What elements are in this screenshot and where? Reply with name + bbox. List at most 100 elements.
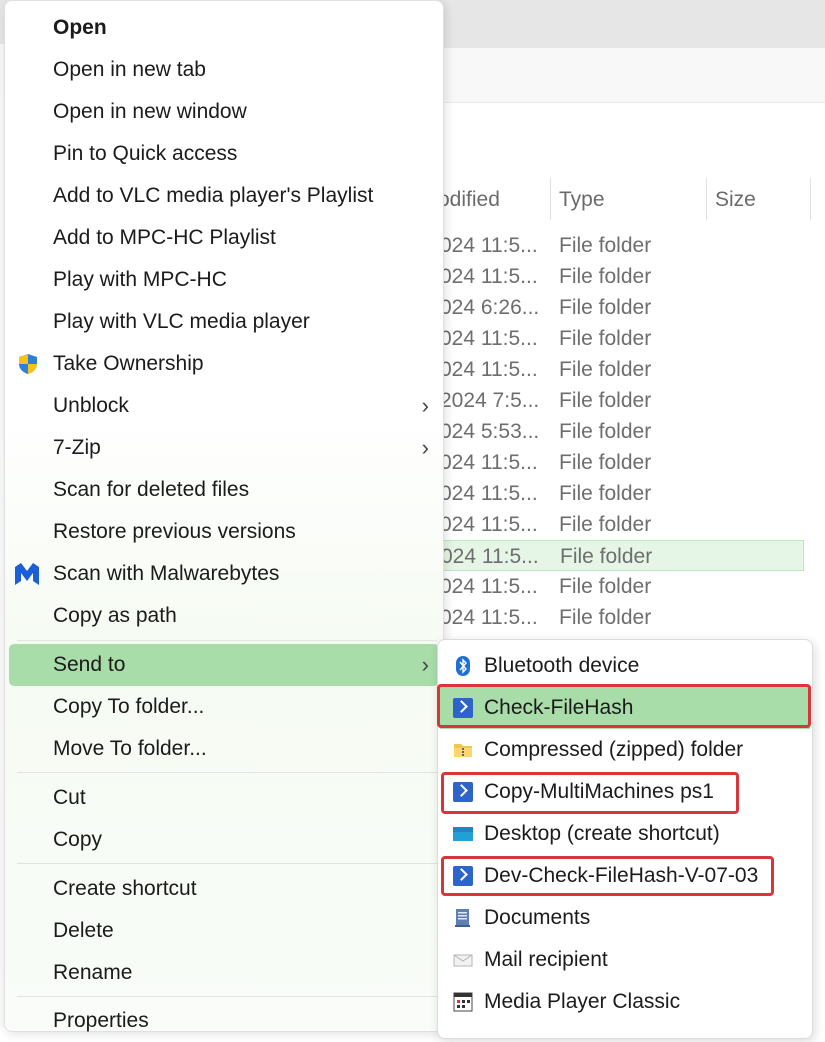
- menu-item-label: Scan with Malwarebytes: [53, 562, 280, 585]
- bluetooth-icon: [456, 656, 470, 676]
- menu-item-properties[interactable]: Properties: [9, 1000, 439, 1042]
- media-player-classic-icon: [453, 992, 473, 1012]
- send-to-documents[interactable]: Documents: [440, 897, 810, 939]
- menu-item-7zip[interactable]: 7-Zip ›: [9, 427, 439, 469]
- send-to-media-player-classic[interactable]: Media Player Classic: [440, 981, 810, 1023]
- menu-item-play-vlc[interactable]: Play with VLC media player: [9, 301, 439, 343]
- file-date-modified: 024 5:53...: [440, 420, 540, 443]
- menu-item-label: Rename: [53, 961, 133, 984]
- desktop-icon: [453, 827, 473, 841]
- file-type: File folder: [559, 513, 652, 536]
- explorer-toolbar-strip: [444, 44, 825, 48]
- uac-shield-icon: [19, 354, 37, 374]
- file-type: File folder: [559, 451, 652, 474]
- menu-separator: [17, 996, 437, 997]
- menu-item-label: Properties: [53, 1009, 149, 1032]
- file-date-modified: 024 11:5...: [441, 545, 539, 568]
- send-to-desktop[interactable]: Desktop (create shortcut): [440, 813, 810, 855]
- file-row[interactable]: 024 11:5... File folder: [440, 571, 825, 602]
- file-type: File folder: [559, 575, 652, 598]
- menu-item-label: Play with VLC media player: [53, 310, 310, 333]
- menu-item-label: Add to VLC media player's Playlist: [53, 184, 374, 207]
- malwarebytes-icon: [15, 563, 39, 585]
- zip-folder-icon: [454, 744, 472, 757]
- menu-item-label: Take Ownership: [53, 352, 204, 375]
- file-type: File folder: [560, 545, 653, 568]
- context-menu: Open Open in new tab Open in new window …: [4, 0, 444, 1032]
- menu-item-scan-deleted-files[interactable]: Scan for deleted files: [9, 469, 439, 511]
- menu-item-label: Open in new tab: [53, 58, 206, 81]
- file-row[interactable]: 024 6:26... File folder: [440, 292, 825, 323]
- menu-item-copy-to-folder[interactable]: Copy To folder...: [9, 686, 439, 728]
- menu-item-open-new-tab[interactable]: Open in new tab: [9, 49, 439, 91]
- file-row[interactable]: 024 11:5... File folder: [440, 261, 825, 292]
- menu-item-unblock[interactable]: Unblock ›: [9, 385, 439, 427]
- send-to-bluetooth[interactable]: Bluetooth device: [440, 645, 810, 687]
- menu-item-copy-as-path[interactable]: Copy as path: [9, 595, 439, 637]
- file-row[interactable]: 024 5:53... File folder: [440, 416, 825, 447]
- menu-item-label: Copy: [53, 828, 103, 851]
- file-row[interactable]: 024 11:5... File folder: [440, 447, 825, 478]
- file-date-modified: 024 6:26...: [440, 296, 540, 319]
- menu-item-label: Open: [53, 16, 107, 39]
- send-to-compressed-folder[interactable]: Compressed (zipped) folder: [440, 729, 810, 771]
- file-date-modified: 024 11:5...: [440, 265, 538, 288]
- menu-item-label: Cut: [53, 786, 86, 809]
- file-date-modified: 2024 7:5...: [440, 389, 540, 412]
- menu-item-move-to-folder[interactable]: Move To folder...: [9, 728, 439, 770]
- file-type: File folder: [559, 389, 652, 412]
- file-type: File folder: [559, 296, 652, 319]
- file-date-modified: 024 11:5...: [440, 327, 538, 350]
- menu-item-add-vlc-playlist[interactable]: Add to VLC media player's Playlist: [9, 175, 439, 217]
- file-date-modified: 024 11:5...: [440, 358, 538, 381]
- menu-item-rename[interactable]: Rename: [9, 952, 439, 994]
- file-row[interactable]: 024 11:5... File folder: [440, 354, 825, 385]
- column-header-date-modified[interactable]: odified: [430, 178, 551, 220]
- menu-item-create-shortcut[interactable]: Create shortcut: [9, 868, 439, 910]
- file-row[interactable]: 024 11:5... File folder: [440, 323, 825, 354]
- sub-item-label: Mail recipient: [484, 948, 608, 971]
- column-header-type[interactable]: Type: [551, 178, 707, 220]
- column-header-size[interactable]: Size: [707, 178, 811, 220]
- menu-item-label: Copy as path: [53, 604, 177, 627]
- file-type: File folder: [559, 420, 652, 443]
- annotation-highlight-box: [441, 772, 739, 814]
- file-date-modified: 024 11:5...: [440, 234, 538, 257]
- file-row[interactable]: 024 11:5... File folder: [440, 602, 825, 633]
- menu-item-open[interactable]: Open: [9, 7, 439, 49]
- menu-item-send-to[interactable]: Send to ›: [9, 644, 439, 686]
- menu-item-label: Scan for deleted files: [53, 478, 250, 501]
- menu-item-play-mpc[interactable]: Play with MPC-HC: [9, 259, 439, 301]
- sub-item-label: Media Player Classic: [484, 990, 681, 1013]
- file-type: File folder: [559, 482, 652, 505]
- documents-icon: [455, 909, 470, 927]
- file-row[interactable]: 024 11:5... File folder: [440, 478, 825, 509]
- file-type: File folder: [559, 265, 652, 288]
- menu-item-delete[interactable]: Delete: [9, 910, 439, 952]
- menu-item-cut[interactable]: Cut: [9, 777, 439, 819]
- file-row[interactable]: 024 11:5... File folder: [440, 509, 825, 540]
- menu-item-label: Delete: [53, 919, 114, 942]
- menu-item-label: Send to: [53, 653, 126, 676]
- sub-item-label: Desktop (create shortcut): [484, 822, 720, 845]
- menu-item-take-ownership[interactable]: Take Ownership: [9, 343, 439, 385]
- file-row[interactable]: 2024 7:5... File folder: [440, 385, 825, 416]
- chevron-right-icon: ›: [421, 652, 429, 677]
- menu-item-copy[interactable]: Copy: [9, 819, 439, 861]
- menu-item-add-mpc-playlist[interactable]: Add to MPC-HC Playlist: [9, 217, 439, 259]
- menu-item-label: Create shortcut: [53, 877, 197, 900]
- annotation-highlight-box: [441, 856, 774, 896]
- menu-item-label: Unblock: [53, 394, 129, 417]
- menu-item-label: 7-Zip: [53, 436, 101, 459]
- mail-icon: [453, 954, 473, 967]
- menu-separator: [17, 640, 437, 641]
- menu-item-scan-malwarebytes[interactable]: Scan with Malwarebytes: [9, 553, 439, 595]
- menu-item-label: Pin to Quick access: [53, 142, 238, 165]
- menu-item-open-new-window[interactable]: Open in new window: [9, 91, 439, 133]
- menu-item-restore-previous-versions[interactable]: Restore previous versions: [9, 511, 439, 553]
- menu-item-pin-quick-access[interactable]: Pin to Quick access: [9, 133, 439, 175]
- file-row[interactable]: 024 11:5... File folder: [440, 230, 825, 261]
- file-type: File folder: [559, 327, 652, 350]
- file-row-selected[interactable]: 024 11:5... File folder: [440, 540, 804, 571]
- send-to-mail-recipient[interactable]: Mail recipient: [440, 939, 810, 981]
